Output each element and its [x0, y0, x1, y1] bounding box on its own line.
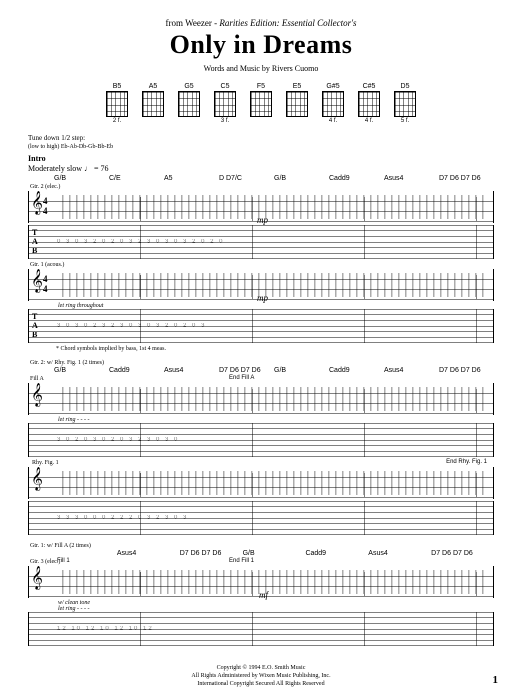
chord-row: G/BC/E A5D D7/C G/BCadd9 Asus4D7 D6 D7 D…	[28, 175, 494, 182]
tab-staff: TAB 3 0 3 0 2 3 2 3 0 3 0 3 2 0 2 0 3	[28, 309, 494, 343]
chord-diagram: G#54 f.	[322, 83, 344, 124]
fill-label: Fill 1	[57, 558, 70, 564]
system-1: G/BC/E A5D D7/C G/BCadd9 Asus4D7 D6 D7 D…	[28, 175, 494, 352]
notation-staff: 𝄞 End Fill A	[28, 383, 494, 415]
chord-diagram: C#54 f.	[358, 83, 380, 124]
copyright-block: Copyright © 1994 E.O. Smith Music All Ri…	[0, 664, 522, 688]
tab-staff: 12 10 12 10 12 10 12	[28, 612, 494, 646]
dynamic-marking: mp	[257, 293, 268, 303]
guitar-label: Gtr. 2 (elec.)	[28, 184, 494, 190]
treble-clef-icon: 𝄞	[31, 271, 43, 291]
chord-diagram-row: B52 f. A5 G5 C53 f. F5 E5 G#54 f. C#54 f…	[28, 83, 494, 124]
chord-diagram: A5	[142, 83, 164, 124]
chord-diagram: G5	[178, 83, 200, 124]
chord-diagram: D55 f.	[394, 83, 416, 124]
treble-clef-icon: 𝄞	[31, 568, 43, 588]
intro-label: Intro	[28, 154, 494, 163]
tempo-marking: Moderately slow ♩ = 76	[28, 164, 494, 173]
tab-staff: 3 0 2 0 3 0 2 0 3 2 3 0 3 0	[28, 423, 494, 457]
header-from: from Weezer - Rarities Edition: Essentia…	[28, 18, 494, 28]
time-signature: 44	[43, 274, 48, 294]
time-signature: 44	[43, 196, 48, 216]
footnote: * Chord symbols implied by bass, 1st 4 m…	[28, 346, 494, 352]
system-2: Gtr. 2: w/ Rhy. Fig. 1 (2 times) G/BCadd…	[28, 360, 494, 535]
fill-label: Fill A	[28, 376, 494, 382]
notation-staff: 𝄞 44 mp	[28, 269, 494, 301]
dynamic-marking: mp	[257, 215, 268, 225]
tab-staff: TAB 0 3 0 3 2 0 2 0 3 2 3 0 3 0 3 2 0 2 …	[28, 225, 494, 259]
tuning-line1: Tune down 1/2 step:	[28, 134, 494, 142]
guitar-label: Gtr. 3 (elec.)	[28, 559, 494, 565]
tuning-line2: (low to high) Eb-Ab-Db-Gb-Bb-Eb	[28, 144, 494, 150]
chord-diagram: E5	[286, 83, 308, 124]
guitar-label: Gtr. 1 (acous.)	[28, 262, 494, 268]
guitar-note: Gtr. 1: w/ Fill A (2 times)	[28, 543, 494, 549]
treble-clef-icon: 𝄞	[31, 193, 43, 213]
tab-staff: 3 3 3 0 0 0 2 2 2 0 3 2 3 0 3	[28, 501, 494, 535]
song-title: Only in Dreams	[28, 30, 494, 60]
tab-label: TAB	[32, 312, 38, 339]
end-fill-label: End Fill A	[229, 375, 254, 381]
system-3: Gtr. 1: w/ Fill A (2 times) Asus4D7 D6 D…	[28, 543, 494, 646]
notation-staff: 𝄞 44 mp	[28, 191, 494, 223]
chord-diagram: C53 f.	[214, 83, 236, 124]
chord-row: Asus4D7 D6 D7 D6 G/BCadd9 Asus4D7 D6 D7 …	[28, 550, 494, 557]
page-number: 1	[493, 674, 499, 686]
rhythm-figure-label: Rhy. Fig. 1	[28, 460, 494, 466]
notation-staff: 𝄞 End Rhy. Fig. 1	[28, 467, 494, 499]
song-credit: Words and Music by Rivers Cuomo	[28, 64, 494, 73]
treble-clef-icon: 𝄞	[31, 469, 43, 489]
chord-diagram: B52 f.	[106, 83, 128, 124]
guitar-note: Gtr. 2: w/ Rhy. Fig. 1 (2 times)	[28, 360, 494, 366]
dynamic-marking: mf	[259, 590, 268, 600]
chord-row: G/BCadd9 Asus4D7 D6 D7 D6 G/BCadd9 Asus4…	[28, 367, 494, 374]
treble-clef-icon: 𝄞	[31, 385, 43, 405]
end-rhy-label: End Rhy. Fig. 1	[446, 459, 487, 465]
tab-label: TAB	[32, 228, 38, 255]
end-fill-label: End Fill 1	[229, 558, 254, 564]
notation-staff: 𝄞 Fill 1 End Fill 1 mf	[28, 566, 494, 598]
chord-diagram: F5	[250, 83, 272, 124]
